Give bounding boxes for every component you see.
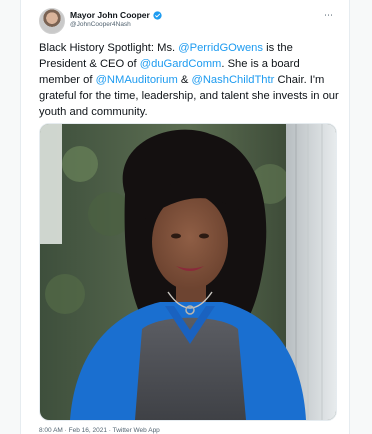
- mention-link[interactable]: @NashChildThtr: [192, 74, 275, 86]
- tweet-timestamp[interactable]: 8:00 AM · Feb 16, 2021 · Twitter Web App: [39, 427, 160, 434]
- page-background: Mayor John Cooper @JohnCooper4Nash ⋯ Bla…: [0, 0, 372, 434]
- verified-badge-icon: [153, 10, 162, 20]
- portrait-photo: [40, 124, 336, 420]
- tweet-text-segment: Black History Spotlight: Ms.: [39, 42, 179, 54]
- author-handle[interactable]: @JohnCooper4Nash: [70, 21, 131, 28]
- tweet-text-segment: &: [177, 74, 192, 86]
- tweet-photo[interactable]: [39, 123, 337, 421]
- author-avatar[interactable]: [39, 8, 65, 34]
- mention-link[interactable]: @PerridGOwens: [178, 42, 263, 54]
- tweet-text: Black History Spotlight: Ms. @PerridGOwe…: [39, 40, 339, 120]
- more-options-icon[interactable]: ⋯: [324, 10, 333, 21]
- tweet-header: Mayor John Cooper @JohnCooper4Nash ⋯: [39, 8, 339, 34]
- tweet-card[interactable]: Mayor John Cooper @JohnCooper4Nash ⋯ Bla…: [20, 0, 350, 434]
- author-name[interactable]: Mayor John Cooper: [70, 10, 150, 20]
- mention-link[interactable]: @duGardComm: [140, 58, 222, 70]
- author-name-row: Mayor John Cooper: [70, 9, 162, 21]
- mention-link[interactable]: @NMAuditorium: [96, 74, 178, 86]
